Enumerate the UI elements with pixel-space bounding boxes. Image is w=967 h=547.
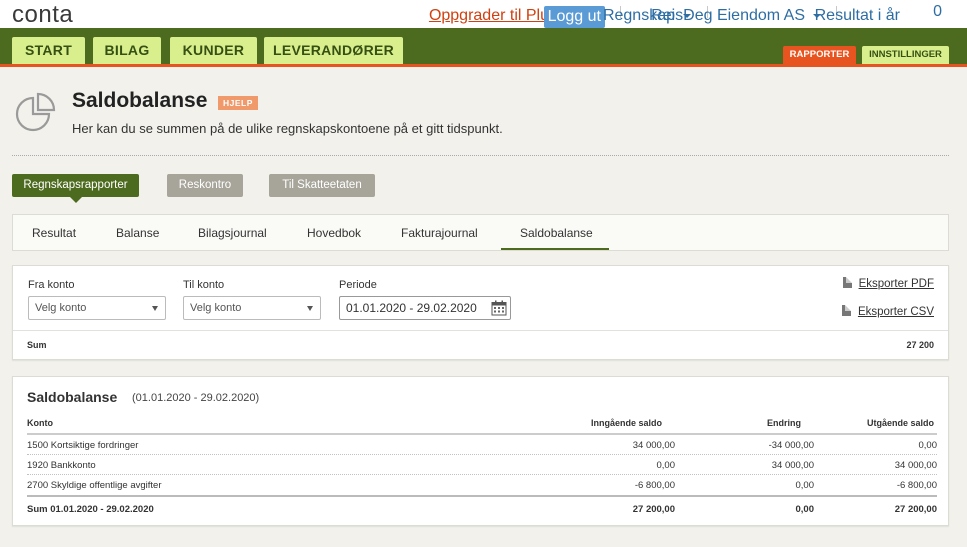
- til-konto-select[interactable]: Velg konto: [183, 296, 321, 320]
- tab-kunder[interactable]: KUNDER: [170, 37, 257, 64]
- cell-inngaende: 0,00: [656, 460, 676, 471]
- csv-file-icon: [841, 305, 851, 316]
- export-csv-link[interactable]: Eksporter CSV: [841, 305, 934, 318]
- header-konto: Konto: [27, 418, 53, 428]
- cell-inngaende: -6 800,00: [634, 480, 675, 491]
- calendar-icon[interactable]: [491, 300, 507, 316]
- reskontro-button[interactable]: Reskontro: [167, 174, 243, 197]
- cell-utgaende: -6 800,00: [896, 480, 937, 491]
- page-description: Her kan du se summen på de ulike regnska…: [72, 121, 503, 136]
- tab-start[interactable]: START: [12, 37, 85, 64]
- cell-utgaende: 34 000,00: [894, 460, 937, 471]
- result-link[interactable]: Resultat i år: [815, 7, 900, 25]
- active-tab-underline: [501, 248, 609, 250]
- report-subtabs: Resultat Balanse Bilagsjournal Hovedbok …: [12, 214, 949, 251]
- subtab-resultat[interactable]: Resultat: [32, 226, 76, 240]
- sum-value: 27 200: [906, 340, 934, 350]
- header-inngaende-saldo: Inngående saldo: [590, 418, 662, 428]
- divider: [12, 155, 949, 156]
- cell-endring: 0,00: [795, 480, 815, 491]
- table-row[interactable]: 1920 Bankkonto 0,00 34 000,00 34 000,00: [27, 455, 937, 475]
- table-period: (01.01.2020 - 29.02.2020): [132, 392, 260, 404]
- fra-konto-label: Fra konto: [28, 279, 75, 291]
- tab-rapporter[interactable]: RAPPORTER: [783, 46, 856, 64]
- periode-input[interactable]: 01.01.2020 - 29.02.2020: [339, 296, 511, 320]
- cell-utgaende: 0,00: [918, 440, 938, 451]
- cell-konto: 1920 Bankkonto: [27, 460, 96, 471]
- periode-value: 01.01.2020 - 29.02.2020: [346, 301, 477, 315]
- table-title: Saldobalanse: [27, 389, 118, 405]
- til-konto-placeholder: Velg konto: [190, 302, 242, 314]
- header-utgaende-saldo: Utgående saldo: [866, 418, 934, 428]
- tab-innstillinger[interactable]: INNSTILLINGER: [862, 46, 949, 64]
- total-divider: [27, 495, 937, 497]
- divider: [13, 330, 948, 331]
- cell-endring: 34 000,00: [771, 460, 814, 471]
- nav-accent-line: [0, 64, 967, 67]
- table-row[interactable]: 2700 Skyldige offentlige avgifter -6 800…: [27, 475, 937, 495]
- pie-chart-icon: [15, 92, 56, 132]
- top-bar: conta Oppgrader til Pluss Logg ut Regnsk…: [0, 0, 967, 28]
- chevron-down-icon: [307, 306, 313, 311]
- total-label: Sum 01.01.2020 - 29.02.2020: [27, 504, 154, 515]
- subtab-balanse[interactable]: Balanse: [116, 226, 159, 240]
- page-title: Saldobalanse: [72, 89, 208, 112]
- sum-label: Sum: [27, 340, 47, 350]
- company-label: ReisDeg Eiendom AS: [651, 7, 805, 24]
- subtab-fakturajournal[interactable]: Fakturajournal: [401, 226, 478, 240]
- table-row[interactable]: 1500 Kortsiktige fordringer 34 000,00 -3…: [27, 435, 937, 455]
- export-pdf-link[interactable]: Eksporter PDF: [842, 277, 934, 290]
- subtab-bilagsjournal[interactable]: Bilagsjournal: [198, 226, 267, 240]
- subtab-saldobalanse[interactable]: Saldobalanse: [520, 226, 593, 240]
- fra-konto-placeholder: Velg konto: [35, 302, 87, 314]
- cell-endring: -34 000,00: [768, 440, 814, 451]
- chevron-down-icon: [152, 306, 158, 311]
- til-konto-label: Til konto: [183, 279, 225, 291]
- saldobalanse-panel: Saldobalanse (01.01.2020 - 29.02.2020) K…: [12, 376, 949, 526]
- total-endring: 0,00: [795, 504, 815, 515]
- periode-label: Periode: [339, 279, 377, 291]
- cell-konto: 2700 Skyldige offentlige avgifter: [27, 480, 162, 491]
- tab-leverandorer[interactable]: LEVERANDØRER: [264, 37, 403, 64]
- total-utgaende: 27 200,00: [894, 504, 937, 515]
- tab-bilag[interactable]: BILAG: [93, 37, 161, 64]
- cell-inngaende: 34 000,00: [632, 440, 675, 451]
- help-badge[interactable]: HJELP: [218, 96, 258, 110]
- conta-logo[interactable]: conta: [12, 1, 73, 29]
- total-inngaende: 27 200,00: [632, 504, 675, 515]
- export-csv-label: Eksporter CSV: [857, 306, 934, 318]
- filter-panel: Fra konto Velg konto Til konto Velg kont…: [12, 265, 949, 360]
- cell-konto: 1500 Kortsiktige fordringer: [27, 440, 139, 451]
- company-menu[interactable]: ReisDeg Eiendom AS: [651, 7, 821, 25]
- total-row: Sum 01.01.2020 - 29.02.2020 27 200,00 0,…: [27, 504, 937, 520]
- til-skatteetaten-button[interactable]: Til Skatteetaten: [269, 174, 375, 197]
- result-value: 0: [933, 3, 942, 20]
- header-endring: Endring: [767, 418, 801, 428]
- regnskapsrapporter-button[interactable]: Regnskapsrapporter: [12, 174, 139, 197]
- main-nav: START BILAG KUNDER LEVERANDØRER RAPPORTE…: [0, 28, 967, 64]
- export-pdf-label: Eksporter PDF: [858, 278, 934, 290]
- logout-button[interactable]: Logg ut: [543, 6, 605, 28]
- pdf-file-icon: [842, 277, 852, 288]
- active-indicator: [70, 197, 82, 203]
- subtab-hovedbok[interactable]: Hovedbok: [307, 226, 361, 240]
- fra-konto-select[interactable]: Velg konto: [28, 296, 166, 320]
